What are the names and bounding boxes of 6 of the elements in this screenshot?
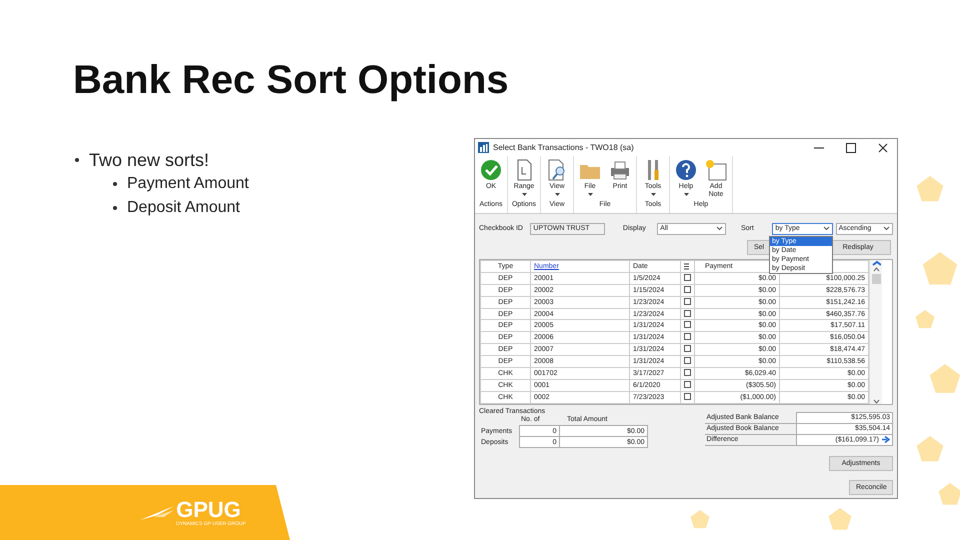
slide-title: Bank Rec Sort Options xyxy=(72,57,510,104)
logo-text: GPUG xyxy=(176,498,242,520)
bullet-text: Payment Amount xyxy=(127,174,249,194)
window-title: Select Bank Transactions - TWO18 (sa) xyxy=(493,144,635,152)
bullet-text: Two new sorts! xyxy=(89,149,210,172)
bullet-text: Deposit Amount xyxy=(127,198,240,218)
